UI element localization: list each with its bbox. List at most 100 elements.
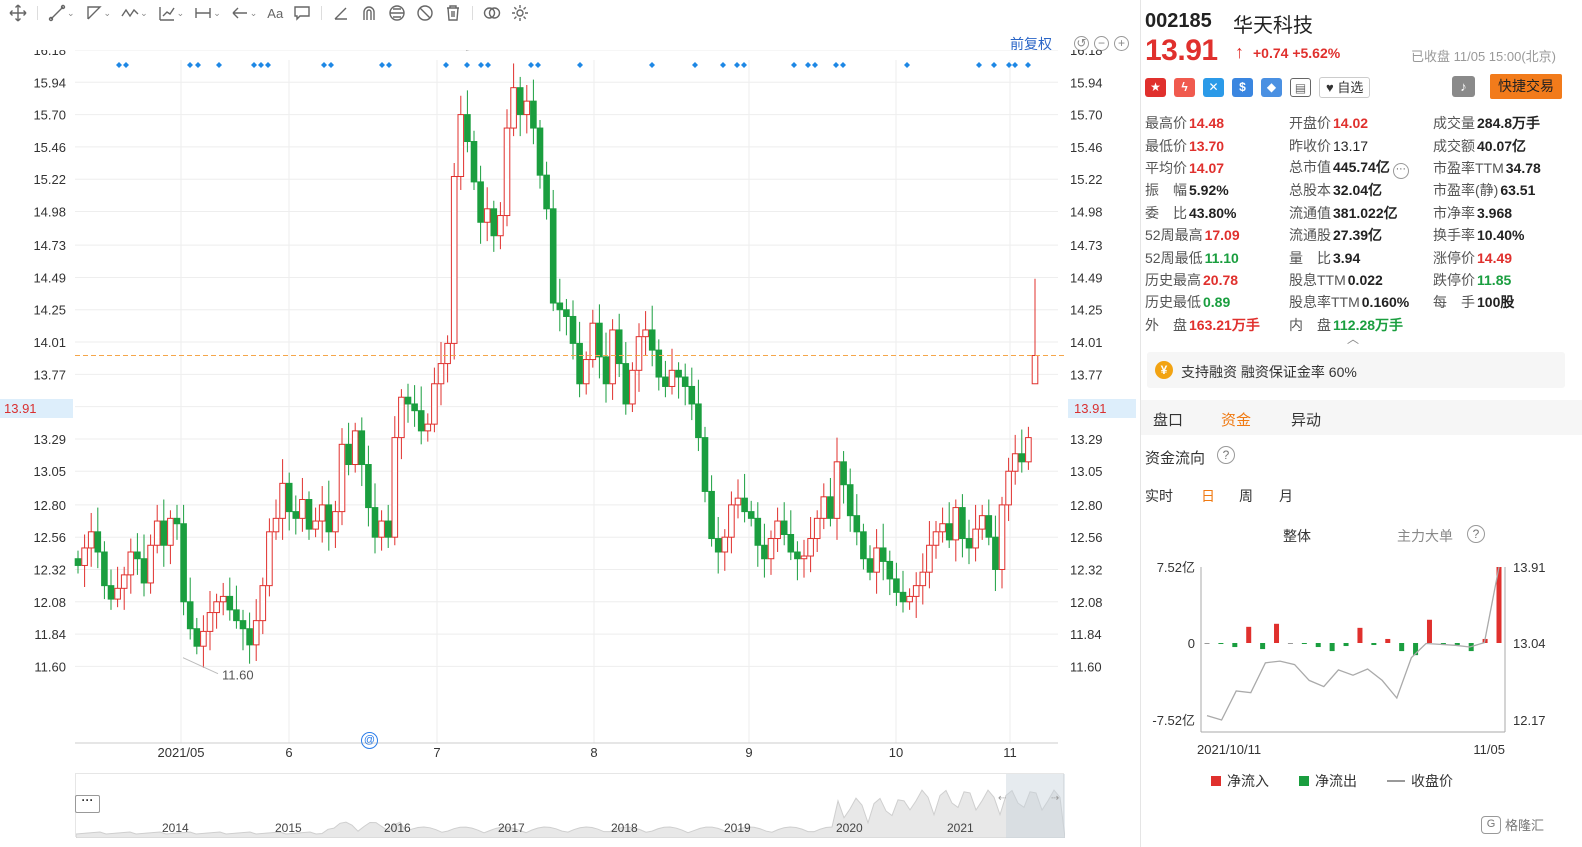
comment-tool-button[interactable] bbox=[290, 2, 314, 24]
metric-cell: 量 比 3.94 bbox=[1289, 248, 1433, 268]
chart-settings-button[interactable] bbox=[508, 2, 532, 24]
move-tool-button[interactable] bbox=[6, 2, 30, 24]
candle-body bbox=[404, 396, 412, 405]
y-tick-label-right: 15.22 bbox=[1070, 172, 1103, 187]
event-flag-icon bbox=[258, 62, 264, 68]
polyline-tool-button[interactable]: ⌄ bbox=[82, 2, 115, 24]
fib-tool-button[interactable]: ⌄ bbox=[155, 2, 188, 24]
event-flag-icon bbox=[187, 62, 193, 68]
kline-chart-area[interactable]: ⌄ ⌄ ⌄ ⌄ ⌄ ⌄ Aa 前复权 ↺ − + 16.18 16.18 15.94… bbox=[0, 0, 1140, 847]
tag-icon[interactable]: ◆ bbox=[1261, 78, 1282, 97]
reset-zoom-icon[interactable]: ↺ bbox=[1074, 36, 1089, 51]
wave-tool-button[interactable]: ⌄ bbox=[118, 2, 151, 24]
arrow-tool-button[interactable]: ⌄ bbox=[228, 2, 261, 24]
range-navigator[interactable]: ⇠ ⇢ bbox=[75, 773, 1066, 839]
candle-body bbox=[563, 309, 570, 317]
more-icon[interactable]: ⋯ bbox=[1392, 162, 1409, 179]
period-day[interactable]: 日 bbox=[1201, 486, 1215, 506]
watchlist-button[interactable]: ♥ 自选 bbox=[1319, 77, 1371, 98]
candle-body bbox=[140, 558, 148, 584]
delete-drawing-button[interactable] bbox=[441, 2, 465, 24]
candle-body bbox=[629, 369, 636, 405]
dollar-icon[interactable]: $ bbox=[1232, 78, 1253, 97]
chevron-up-icon[interactable]: ︿ bbox=[1347, 330, 1359, 347]
candle-body bbox=[305, 499, 313, 530]
candle-body bbox=[226, 595, 234, 611]
help-icon[interactable]: ? bbox=[1217, 446, 1235, 464]
period-realtime[interactable]: 实时 bbox=[1145, 486, 1173, 506]
event-marker-icon[interactable]: @ bbox=[361, 732, 378, 749]
hide-drawing-button[interactable] bbox=[413, 2, 437, 24]
china-flag-icon[interactable]: ★ bbox=[1145, 78, 1166, 97]
candle-body bbox=[965, 538, 973, 549]
candle-body bbox=[186, 601, 194, 630]
navigator-year-label: 2016 bbox=[384, 821, 411, 835]
help-icon[interactable]: ? bbox=[1467, 525, 1485, 543]
text-tool-button[interactable]: Aa bbox=[264, 2, 286, 24]
view-overall[interactable]: 整体 bbox=[1283, 526, 1311, 546]
metric-cell: 流通值 381.022亿 bbox=[1289, 203, 1433, 223]
period-month[interactable]: 月 bbox=[1279, 486, 1293, 506]
doc-icon[interactable]: ▤ bbox=[1290, 78, 1311, 97]
candle-body bbox=[853, 515, 861, 533]
candle-body bbox=[1025, 437, 1032, 463]
candle-body bbox=[675, 369, 682, 378]
zoom-in-icon[interactable]: + bbox=[1114, 36, 1129, 51]
metric-cell: 开盘价 14.02 bbox=[1289, 113, 1433, 133]
compare-button[interactable] bbox=[480, 2, 504, 24]
candle-body bbox=[741, 497, 748, 513]
cross-icon[interactable]: ✕ bbox=[1203, 78, 1224, 97]
navigator-right-handle-icon: ⇢ bbox=[1051, 793, 1059, 804]
navigator-year-label: 2015 bbox=[275, 821, 302, 835]
candle-body bbox=[365, 464, 372, 509]
metric-cell: 流通股 27.39亿 bbox=[1289, 225, 1433, 245]
close-line-swatch bbox=[1387, 780, 1405, 782]
metric-label: 52周最高 bbox=[1145, 227, 1203, 244]
heart-icon: ♥ bbox=[1326, 80, 1334, 95]
candle-body bbox=[846, 484, 854, 517]
candlestick-chart[interactable]: 16.18 16.18 15.94 15.94 15.70 15.70 15.46 15.46… bbox=[0, 50, 1140, 770]
metric-label: 股息率TTM bbox=[1289, 294, 1360, 311]
tab-fund-flow[interactable]: 资金 bbox=[1221, 409, 1251, 430]
candle-body bbox=[74, 558, 82, 566]
metric-label: 最高价 bbox=[1145, 115, 1187, 132]
tab-orderbook[interactable]: 盘口 bbox=[1153, 409, 1183, 430]
flow-y-left-label: 7.52亿 bbox=[1157, 560, 1195, 575]
lock-drawing-button[interactable] bbox=[385, 2, 409, 24]
fib-tool-icon bbox=[158, 7, 175, 21]
alert-bell-icon[interactable]: ♪ bbox=[1452, 76, 1475, 97]
y-tick-label-right: 11.60 bbox=[1070, 659, 1102, 674]
candle-body bbox=[952, 507, 960, 541]
line-tool-icon bbox=[48, 4, 66, 22]
event-flag-icon bbox=[195, 62, 201, 68]
period-week[interactable]: 周 bbox=[1239, 486, 1253, 506]
view-main-force[interactable]: 主力大单 bbox=[1397, 526, 1453, 546]
quick-trade-button[interactable]: 快捷交易 bbox=[1490, 74, 1562, 99]
line-tool-button[interactable]: ⌄ bbox=[45, 2, 78, 24]
event-flag-icon bbox=[1006, 62, 1012, 68]
measure-tool-button[interactable]: ⌄ bbox=[191, 2, 224, 24]
pen-tool-button[interactable] bbox=[329, 2, 353, 24]
navigator-year-label: 2017 bbox=[498, 821, 525, 835]
event-flag-icon bbox=[464, 62, 470, 68]
metric-value: 11.10 bbox=[1204, 249, 1239, 266]
candle-body bbox=[576, 342, 583, 385]
magnet-button[interactable] bbox=[357, 2, 381, 24]
metric-value: 27.39亿 bbox=[1333, 227, 1383, 244]
flow-y-left-label: -7.52亿 bbox=[1152, 713, 1195, 728]
y-tick-label-left: 11.60 bbox=[34, 659, 66, 674]
zoom-out-icon[interactable]: − bbox=[1094, 36, 1109, 51]
candle-body bbox=[681, 376, 689, 387]
x-tick-label: 10 bbox=[889, 745, 903, 760]
lightning-icon[interactable]: ϟ bbox=[1174, 78, 1195, 97]
y-tick-label-left: 11.84 bbox=[34, 627, 66, 642]
candle-body bbox=[912, 585, 920, 597]
yen-icon: ¥ bbox=[1155, 361, 1173, 379]
more-options-button[interactable]: ··· bbox=[75, 794, 100, 813]
x-tick-label: 7 bbox=[433, 745, 440, 760]
y-tick-label-right: 12.08 bbox=[1070, 595, 1103, 610]
brand-logo-icon: G bbox=[1481, 815, 1501, 834]
tab-anomaly[interactable]: 异动 bbox=[1291, 409, 1321, 430]
metric-label: 外 盘 bbox=[1145, 316, 1187, 333]
y-tick-label-right: 14.25 bbox=[1070, 303, 1103, 318]
